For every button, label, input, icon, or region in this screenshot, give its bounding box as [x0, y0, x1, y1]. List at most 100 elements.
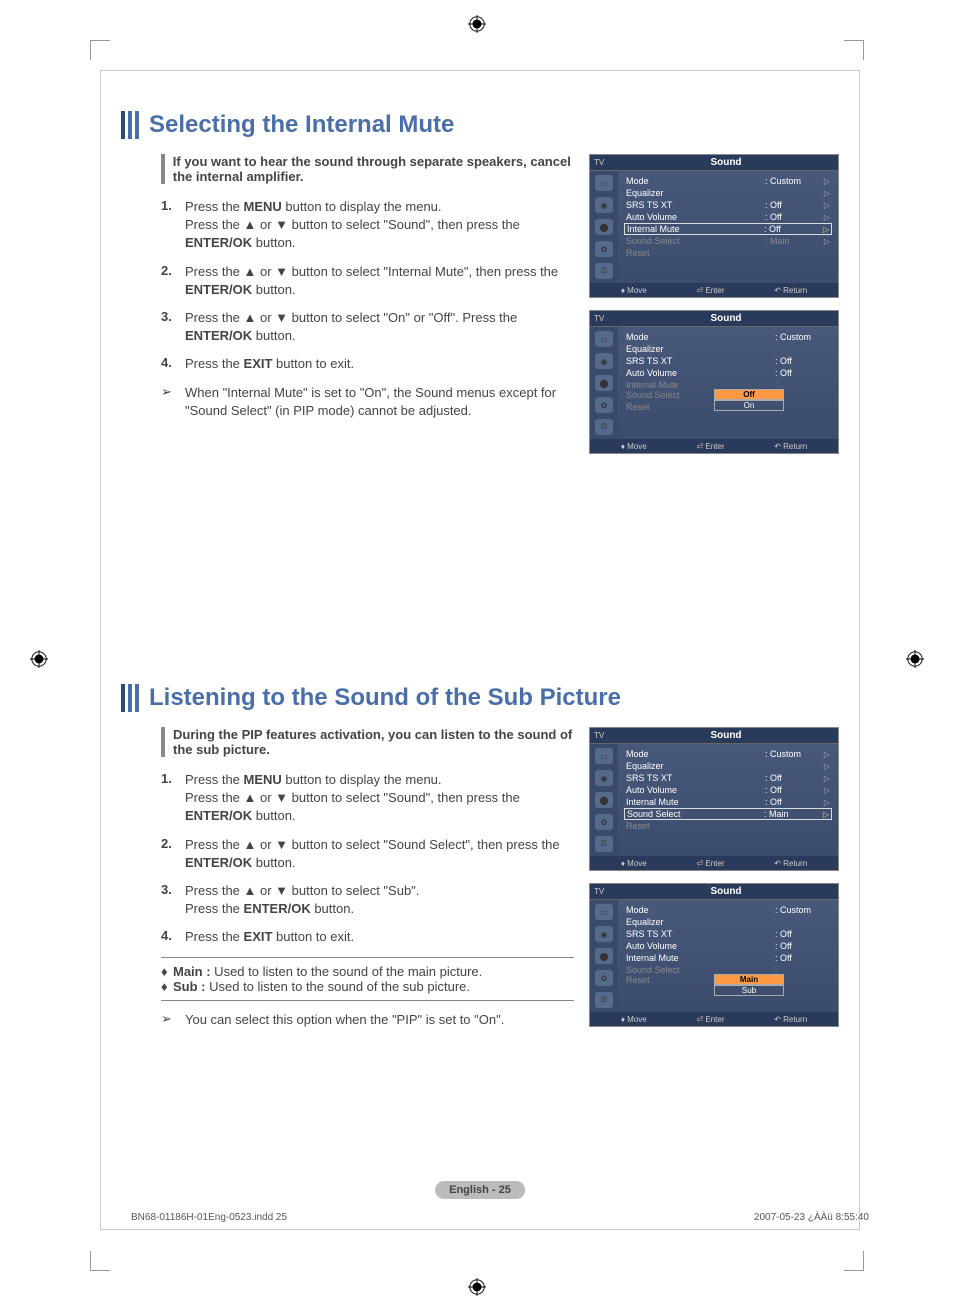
osd-item-value: : Off [765, 773, 820, 783]
osd-item-value: : Custom [765, 176, 820, 186]
osd-item-label: Auto Volume [626, 785, 765, 795]
picture-icon: ▭ [595, 175, 613, 191]
osd-item-value: : Off [775, 929, 830, 939]
osd-item-label: Reset [626, 248, 830, 258]
crop-mark-icon [90, 1251, 110, 1271]
chevron-right-icon: ▷ [820, 762, 830, 771]
note-text: When "Internal Mute" is set to "On", the… [185, 384, 574, 420]
osd-option-off: Off [714, 389, 784, 400]
steps-list: 1. Press the MENU button to display the … [161, 198, 574, 374]
osd-item-label: Mode [626, 749, 765, 759]
registration-mark-icon [468, 1278, 486, 1296]
input-icon: ⎚ [595, 419, 613, 435]
osd-sound-menu-dropdown: TV Sound ▭ ◉ ⬤ ✿ ⎚ Mode: Custom [589, 883, 839, 1027]
definitions-box: ♦Main : Used to listen to the sound of t… [161, 957, 574, 1001]
title-bars-icon [121, 111, 141, 139]
osd-item-value: : Off [775, 953, 830, 963]
step-number: 1. [161, 198, 185, 253]
crop-mark-icon [90, 40, 110, 60]
osd-footer-move: ♦ Move [621, 286, 647, 295]
setup-icon: ✿ [595, 970, 613, 986]
registration-mark-icon [468, 15, 486, 33]
osd-item-label: SRS TS XT [626, 929, 775, 939]
picture-icon: ▭ [595, 748, 613, 764]
step-text: Press the ▲ or ▼ button to select "Sound… [185, 836, 574, 872]
osd-item-label: Auto Volume [626, 368, 775, 378]
osd-item-label: Equalizer [626, 188, 765, 198]
osd-footer-enter: ⏎ Enter [696, 442, 724, 451]
crop-mark-icon [844, 1251, 864, 1271]
chevron-right-icon: ▷ [820, 750, 830, 759]
osd-sidebar-icons: ▭ ◉ ⬤ ✿ ⎚ [590, 900, 618, 1012]
chevron-right-icon: ▷ [819, 225, 829, 234]
chevron-right-icon: ▷ [820, 786, 830, 795]
osd-dropdown-options: Off On [714, 389, 784, 411]
osd-item-value: : Off [764, 224, 819, 234]
osd-item-label: Mode [626, 905, 775, 915]
section-internal-mute: Selecting the Internal Mute If you want … [121, 111, 839, 454]
step-number: 3. [161, 882, 185, 918]
osd-item-value: : Off [775, 368, 830, 378]
sound-icon: ◉ [595, 353, 613, 369]
osd-footer-return: ↶ Return [774, 286, 807, 295]
step-text: Press the ▲ or ▼ button to select "On" o… [185, 309, 574, 345]
osd-item-label: Equalizer [626, 917, 830, 927]
osd-item-value: : Off [765, 200, 820, 210]
osd-footer-move: ♦ Move [621, 859, 647, 868]
steps-list: 1. Press the MENU button to display the … [161, 771, 574, 947]
osd-sound-menu: TV Sound ▭ ◉ ⬤ ✿ ⎚ Mode: Custom▷ [589, 727, 839, 871]
bullet-icon: ♦ [161, 964, 173, 979]
chevron-right-icon: ▷ [820, 213, 830, 222]
osd-item-value: : Custom [775, 905, 830, 915]
setup-icon: ✿ [595, 814, 613, 830]
definition-main: Main : Used to listen to the sound of th… [173, 964, 482, 979]
footer-timestamp: 2007-05-23 ¿ÀÀü 8:55:40 [754, 1212, 869, 1223]
sound-icon: ◉ [595, 770, 613, 786]
footer-filename: BN68-01186H-01Eng-0523.indd 25 [131, 1212, 287, 1223]
osd-item-label: Internal Mute [626, 797, 765, 807]
osd-footer-enter: ⏎ Enter [696, 859, 724, 868]
osd-item-label: Internal Mute [626, 953, 775, 963]
text-column: If you want to hear the sound through se… [121, 154, 574, 454]
picture-icon: ▭ [595, 904, 613, 920]
osd-item-label: SRS TS XT [626, 773, 765, 783]
osd-footer-enter: ⏎ Enter [696, 1015, 724, 1024]
input-icon: ⎚ [595, 992, 613, 1008]
footer-meta: BN68-01186H-01Eng-0523.indd 25 2007-05-2… [121, 1212, 879, 1223]
note-arrow-icon: ➢ [161, 1011, 185, 1029]
picture-icon: ▭ [595, 331, 613, 347]
chevron-right-icon: ▷ [820, 774, 830, 783]
osd-item-label: Auto Volume [626, 212, 765, 222]
osd-tv-label: TV [594, 887, 618, 896]
osd-column: TV Sound ▭ ◉ ⬤ ✿ ⎚ Mode: Custom ▷ [589, 727, 839, 1037]
note: ➢ When "Internal Mute" is set to "On", t… [161, 384, 574, 420]
channel-icon: ⬤ [595, 375, 613, 391]
osd-item-label: SRS TS XT [626, 356, 775, 366]
osd-footer-return: ↶ Return [774, 442, 807, 451]
input-icon: ⎚ [595, 263, 613, 279]
osd-item-value: : Off [765, 797, 820, 807]
osd-item-label: Sound Select [626, 236, 765, 246]
osd-item-label: Mode [626, 176, 765, 186]
step-text: Press the EXIT button to exit. [185, 355, 574, 373]
section-title-bar: Selecting the Internal Mute [121, 111, 839, 139]
osd-item-value: : Off [775, 941, 830, 951]
osd-item-label: Auto Volume [626, 941, 775, 951]
step-number: 4. [161, 355, 185, 373]
setup-icon: ✿ [595, 241, 613, 257]
osd-column: TV Sound ▭ ◉ ⬤ ✿ ⎚ Mode: Custom▷ [589, 154, 839, 454]
channel-icon: ⬤ [595, 219, 613, 235]
step-text: Press the MENU button to display the men… [185, 771, 574, 826]
step-text: Press the MENU button to display the men… [185, 198, 574, 253]
osd-sidebar-icons: ▭ ◉ ⬤ ✿ ⎚ [590, 327, 618, 439]
section-title: Selecting the Internal Mute [149, 111, 454, 139]
section-title: Listening to the Sound of the Sub Pictur… [149, 684, 621, 712]
osd-footer-return: ↶ Return [774, 859, 807, 868]
osd-option-main: Main [714, 974, 784, 985]
step-number: 2. [161, 263, 185, 299]
section-title-bar: Listening to the Sound of the Sub Pictur… [121, 684, 839, 712]
step-text: Press the ▲ or ▼ button to select "Sub".… [185, 882, 574, 918]
chevron-right-icon: ▷ [820, 189, 830, 198]
osd-item-label: Mode [626, 332, 775, 342]
title-bars-icon [121, 684, 141, 712]
